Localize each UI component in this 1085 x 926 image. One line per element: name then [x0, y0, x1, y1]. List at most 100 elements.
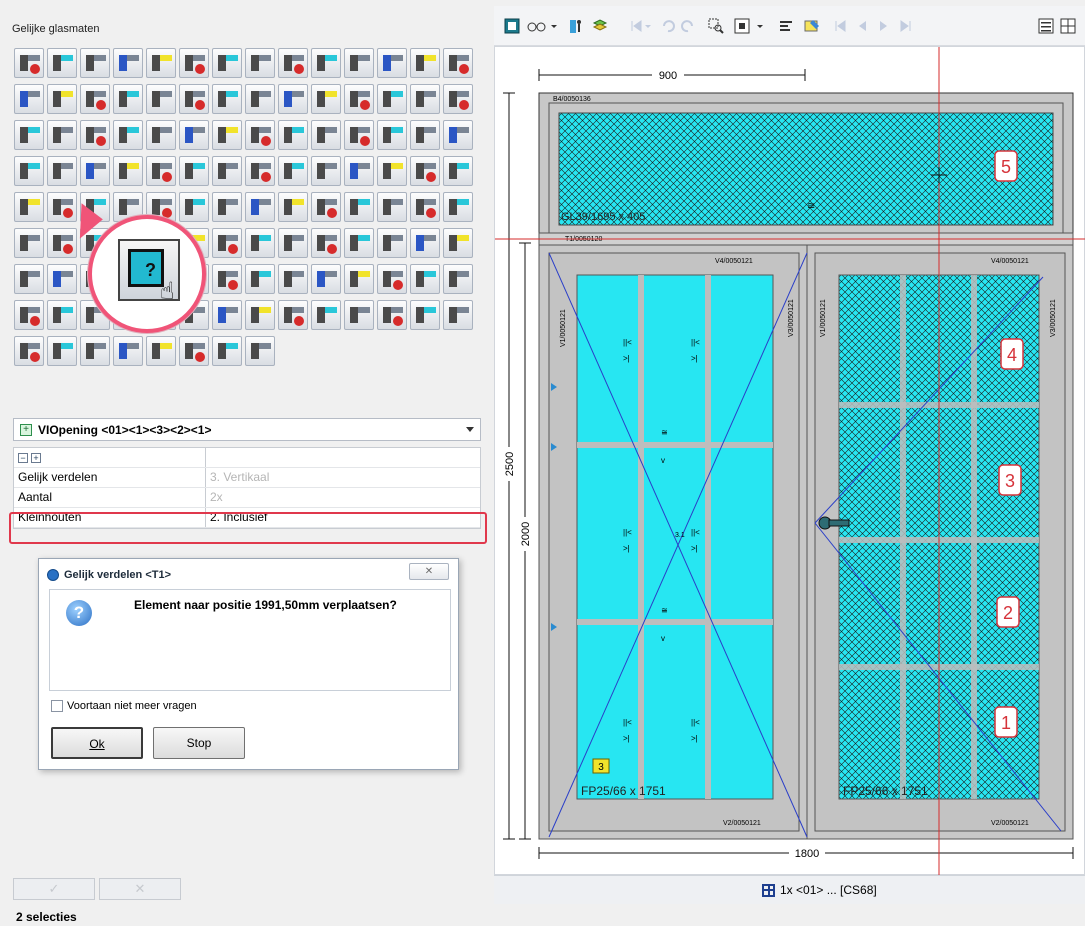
tool-button[interactable]: [47, 84, 77, 114]
tool-button[interactable]: [443, 48, 473, 78]
tool-button[interactable]: [113, 120, 143, 150]
zoom-window-icon[interactable]: [708, 18, 724, 34]
tool-button[interactable]: [245, 264, 275, 294]
tool-button[interactable]: [344, 192, 374, 222]
tool-button[interactable]: [146, 84, 176, 114]
tool-button[interactable]: [179, 192, 209, 222]
checkbox-box[interactable]: [51, 700, 63, 712]
tool-button[interactable]: [410, 192, 440, 222]
window-view-icon[interactable]: [504, 18, 520, 34]
tool-button[interactable]: [377, 300, 407, 330]
layers-icon[interactable]: [592, 18, 608, 34]
tool-button[interactable]: [47, 120, 77, 150]
tool-button[interactable]: [344, 264, 374, 294]
tool-button[interactable]: [278, 264, 308, 294]
tool-button[interactable]: [245, 300, 275, 330]
tool-button[interactable]: [443, 84, 473, 114]
tool-button[interactable]: [14, 120, 44, 150]
tool-button[interactable]: [245, 156, 275, 186]
tool-button[interactable]: [344, 48, 374, 78]
tool-button[interactable]: [278, 120, 308, 150]
tool-button[interactable]: [377, 264, 407, 294]
tool-button[interactable]: [377, 120, 407, 150]
tool-button[interactable]: [311, 84, 341, 114]
tool-button[interactable]: [443, 228, 473, 258]
tool-button[interactable]: [377, 192, 407, 222]
ok-button[interactable]: Ok: [51, 727, 143, 759]
tool-button[interactable]: [443, 264, 473, 294]
tool-button[interactable]: [443, 156, 473, 186]
tool-button[interactable]: [80, 156, 110, 186]
chevron-down-icon[interactable]: [466, 427, 474, 432]
tool-button[interactable]: [212, 192, 242, 222]
list-view-icon[interactable]: [1038, 18, 1054, 34]
tool-button[interactable]: [14, 264, 44, 294]
tool-button[interactable]: [113, 84, 143, 114]
tool-button[interactable]: [410, 264, 440, 294]
window-drawing-canvas[interactable]: 900 1800 2500 2000 B4/0050136 GL39/1695 …: [494, 46, 1085, 876]
tool-button[interactable]: [344, 156, 374, 186]
tool-button[interactable]: [245, 84, 275, 114]
expand-all-icon[interactable]: +: [31, 453, 41, 463]
accept-button[interactable]: ✓: [13, 878, 95, 900]
top-fixed-panel[interactable]: B4/0050136 GL39/1695 x 405 ≅: [548, 96, 1064, 234]
tool-button[interactable]: [80, 48, 110, 78]
redo-icon[interactable]: [680, 18, 696, 34]
tool-button[interactable]: [212, 48, 242, 78]
tool-button[interactable]: [113, 156, 143, 186]
tool-button[interactable]: [311, 48, 341, 78]
tool-button[interactable]: [344, 84, 374, 114]
align-left-icon[interactable]: [778, 18, 794, 34]
tool-button[interactable]: [14, 336, 44, 366]
element-dropdown[interactable]: + VIOpening <01><1><3><2><1>: [13, 418, 481, 441]
tool-button[interactable]: [311, 300, 341, 330]
tool-button[interactable]: [80, 84, 110, 114]
tool-button[interactable]: [47, 156, 77, 186]
dont-ask-again-checkbox[interactable]: Voortaan niet meer vragen: [51, 700, 197, 712]
tool-button[interactable]: [410, 84, 440, 114]
stop-button[interactable]: Stop: [153, 727, 245, 759]
person-icon[interactable]: [568, 18, 584, 34]
tool-button[interactable]: [212, 156, 242, 186]
tool-button[interactable]: [443, 192, 473, 222]
tool-button[interactable]: [14, 228, 44, 258]
tool-button[interactable]: [245, 48, 275, 78]
tool-button[interactable]: [146, 48, 176, 78]
tool-button[interactable]: [278, 84, 308, 114]
tool-button[interactable]: [47, 300, 77, 330]
first-page-icon[interactable]: [628, 18, 644, 34]
tool-button[interactable]: [278, 228, 308, 258]
tool-button[interactable]: [410, 48, 440, 78]
property-value[interactable]: 3. Vertikaal: [206, 468, 480, 487]
tool-button[interactable]: [212, 228, 242, 258]
tool-button[interactable]: [344, 228, 374, 258]
property-row-aantal[interactable]: Aantal 2x: [14, 488, 480, 508]
tool-button[interactable]: [179, 84, 209, 114]
tool-button[interactable]: [212, 300, 242, 330]
tool-button[interactable]: [14, 48, 44, 78]
tool-button[interactable]: [80, 120, 110, 150]
tool-button[interactable]: [179, 156, 209, 186]
tool-button[interactable]: [212, 84, 242, 114]
tool-button[interactable]: [377, 84, 407, 114]
tool-button[interactable]: [80, 336, 110, 366]
last-record-icon[interactable]: [898, 18, 914, 34]
dialog-close-button[interactable]: ✕: [409, 563, 449, 580]
property-row-gelijk-verdelen[interactable]: Gelijk verdelen 3. Vertikaal: [14, 468, 480, 488]
cancel-button[interactable]: ✕: [99, 878, 181, 900]
tool-button[interactable]: [14, 84, 44, 114]
tool-button[interactable]: [443, 300, 473, 330]
tool-button[interactable]: [377, 48, 407, 78]
glasses-icon[interactable]: [526, 18, 548, 34]
undo-icon[interactable]: [660, 18, 676, 34]
grid-view-icon[interactable]: [1060, 18, 1076, 34]
first-record-icon[interactable]: [832, 18, 848, 34]
previous-record-icon[interactable]: [854, 18, 870, 34]
tool-button[interactable]: [278, 192, 308, 222]
tool-button[interactable]: [377, 228, 407, 258]
table-edit-icon[interactable]: [804, 18, 820, 34]
tool-button[interactable]: [179, 120, 209, 150]
tool-button[interactable]: [47, 228, 77, 258]
tool-button[interactable]: [410, 228, 440, 258]
tool-button[interactable]: [278, 300, 308, 330]
